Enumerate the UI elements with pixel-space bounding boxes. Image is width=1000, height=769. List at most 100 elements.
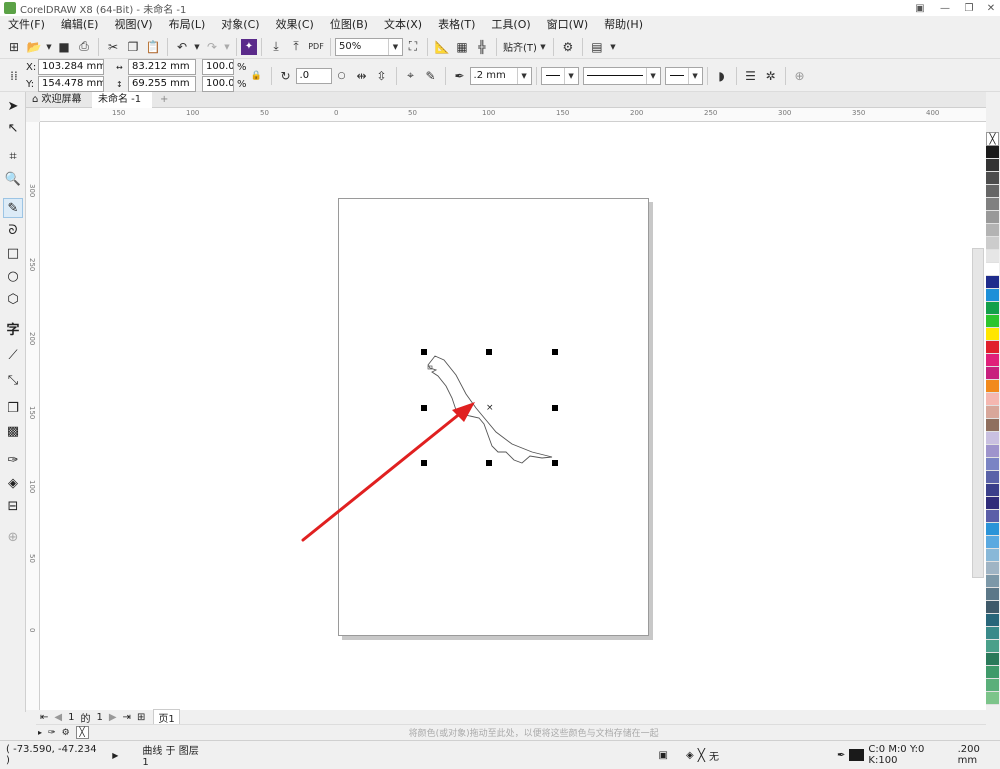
selection-handle[interactable] (552, 405, 558, 411)
menu-effects[interactable]: 效果(C) (268, 16, 322, 34)
interactive-fill-icon[interactable]: ◈ (3, 473, 23, 493)
color-swatch[interactable] (986, 588, 999, 601)
color-swatch[interactable] (986, 172, 999, 185)
horizontal-ruler[interactable]: 150 100 50 0 50 100 150 200 250 300 350 400 (40, 108, 986, 122)
zoom-tool-icon[interactable]: 🔍 (3, 169, 23, 189)
color-swatch[interactable] (986, 614, 999, 627)
menu-edit[interactable]: 编辑(E) (53, 16, 107, 34)
object-height-field[interactable]: 69.255 mm (128, 76, 196, 92)
color-swatch[interactable] (986, 666, 999, 679)
color-swatch[interactable] (986, 432, 999, 445)
menu-table[interactable]: 表格(T) (430, 16, 483, 34)
artistic-media-icon[interactable]: ᘐ (3, 220, 23, 240)
undo-dropdown-icon[interactable]: ▼ (192, 37, 202, 57)
redo-dropdown-icon[interactable]: ▼ (222, 37, 232, 57)
color-swatch[interactable] (986, 419, 999, 432)
mirror-vertical-icon[interactable]: ⇳ (372, 66, 392, 86)
selection-handle[interactable] (552, 460, 558, 466)
wrap-text-icon[interactable]: ☰ (741, 66, 761, 86)
mirror-horizontal-icon[interactable]: ⇹ (352, 66, 372, 86)
freehand-tool-icon[interactable]: ✎ (3, 198, 23, 218)
play-icon[interactable]: ▶ (112, 751, 118, 760)
new-document-icon[interactable]: ⊞ (4, 37, 24, 57)
color-swatch[interactable] (986, 185, 999, 198)
menu-object[interactable]: 对象(C) (213, 16, 267, 34)
selection-handle[interactable] (421, 349, 427, 355)
transparency-icon[interactable]: ▩ (3, 421, 23, 441)
open-dropdown-arrow-icon[interactable]: ▼ (44, 37, 54, 57)
launcher-dropdown-icon[interactable]: ▼ (607, 37, 619, 57)
selection-handle[interactable] (486, 349, 492, 355)
color-proofing-icon[interactable]: ▣ (659, 750, 668, 761)
document-page[interactable] (338, 198, 649, 636)
add-tool-icon[interactable]: ⊕ (3, 527, 23, 547)
color-swatch[interactable] (986, 523, 999, 536)
color-swatch[interactable] (986, 549, 999, 562)
object-width-field[interactable]: 83.212 mm (128, 59, 196, 75)
account-icon[interactable]: ▣ (907, 0, 933, 16)
edit-text-icon[interactable]: ✎ (421, 66, 441, 86)
first-page-icon[interactable]: ⇤ (40, 712, 48, 723)
selection-handle[interactable] (486, 460, 492, 466)
color-swatch[interactable] (986, 575, 999, 588)
color-swatch[interactable] (986, 224, 999, 237)
rectangle-tool-icon[interactable]: □ (3, 243, 23, 263)
color-swatch[interactable] (986, 159, 999, 172)
palette-options-icon[interactable]: ⚙ (62, 728, 70, 738)
color-swatch[interactable] (986, 211, 999, 224)
connector-tool-icon[interactable]: ⤡ (3, 370, 23, 390)
color-swatch[interactable] (986, 471, 999, 484)
pick-tool-icon[interactable]: ➤ (3, 96, 23, 116)
color-swatch[interactable] (986, 601, 999, 614)
color-swatch[interactable] (986, 289, 999, 302)
publish-pdf-icon[interactable]: PDF (306, 37, 326, 57)
end-arrowhead-dropdown[interactable]: ▼ (664, 66, 703, 85)
copy-icon[interactable]: ❐ (123, 37, 143, 57)
color-swatch[interactable] (986, 393, 999, 406)
x-position-field[interactable]: 103.284 mm (38, 59, 104, 75)
text-tool-icon[interactable]: 字 (3, 318, 23, 338)
outline-width-dropdown[interactable]: .2 mm ▼ (469, 66, 532, 85)
snap-dropdown-icon[interactable]: ▼ (537, 37, 549, 57)
selection-center-icon[interactable]: × (486, 403, 494, 413)
palette-arrow-icon[interactable]: ▸ (38, 728, 42, 737)
color-swatch[interactable] (986, 250, 999, 263)
show-grid-icon[interactable]: ▦ (452, 37, 472, 57)
color-swatch[interactable] (986, 510, 999, 523)
rotation-angle-field[interactable]: .0 (295, 67, 332, 84)
color-swatch[interactable] (986, 315, 999, 328)
color-swatch[interactable] (986, 380, 999, 393)
color-swatch[interactable] (986, 237, 999, 250)
vertical-scrollbar[interactable] (972, 248, 984, 578)
menu-view[interactable]: 视图(V) (106, 16, 160, 34)
selection-handle[interactable] (421, 460, 427, 466)
tab-welcome-screen[interactable]: ⌂ 欢迎屏幕 (26, 92, 90, 108)
color-swatch[interactable] (986, 653, 999, 666)
color-swatch[interactable] (986, 328, 999, 341)
next-page-icon[interactable]: ▶ (109, 712, 117, 723)
color-swatch[interactable] (986, 302, 999, 315)
color-swatch[interactable] (986, 679, 999, 692)
no-color-swatch[interactable]: ╳ (986, 132, 999, 146)
show-rulers-icon[interactable]: 📐 (432, 37, 452, 57)
eyedropper-icon[interactable]: ✑ (3, 450, 23, 470)
color-swatch[interactable] (986, 146, 999, 159)
menu-layout[interactable]: 布局(L) (161, 16, 214, 34)
full-screen-icon[interactable]: ⛶ (403, 37, 423, 57)
menu-file[interactable]: 文件(F) (0, 16, 53, 34)
import-icon[interactable]: ⤓ (266, 37, 286, 57)
fill-bucket-icon[interactable]: ◈ (686, 750, 694, 761)
redo-icon[interactable]: ↷ (202, 37, 222, 57)
line-style-dropdown[interactable]: ▼ (582, 66, 661, 85)
crop-tool-icon[interactable]: ⌗ (3, 146, 23, 166)
show-guidelines-icon[interactable]: ╬ (472, 37, 492, 57)
lock-ratio-icon[interactable]: 🔒 (247, 66, 267, 86)
selection-handle[interactable] (552, 349, 558, 355)
zoom-level-dropdown[interactable]: 50% ▼ (335, 37, 403, 56)
menu-text[interactable]: 文本(X) (376, 16, 430, 34)
color-swatch[interactable] (986, 445, 999, 458)
print-icon[interactable]: ⎙ (74, 37, 94, 57)
eyedropper-icon[interactable]: ✑ (48, 728, 56, 738)
color-swatch[interactable] (986, 536, 999, 549)
color-swatch[interactable] (986, 263, 999, 276)
